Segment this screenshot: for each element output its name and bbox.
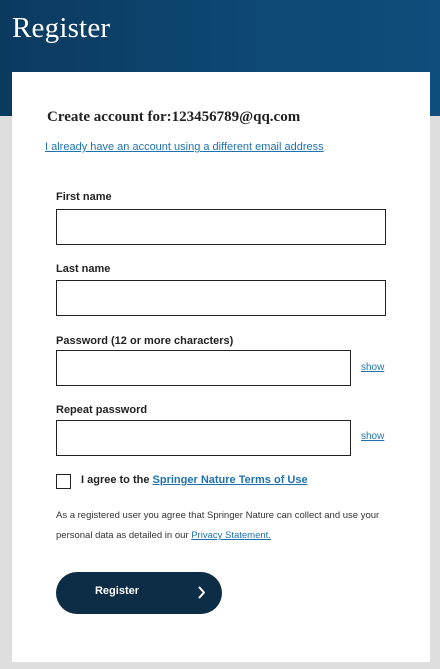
page-title: Register: [12, 12, 111, 44]
first-name-input[interactable]: [56, 209, 386, 245]
terms-agreement: I agree to the Springer Nature Terms of …: [81, 474, 308, 486]
last-name-input[interactable]: [56, 280, 386, 316]
chevron-right-icon: [198, 586, 206, 602]
show-repeat-password-link[interactable]: show: [361, 431, 384, 442]
terms-of-use-link[interactable]: Springer Nature Terms of Use: [153, 474, 308, 486]
registration-card: Create account for:123456789@qq.com I al…: [12, 72, 430, 662]
privacy-statement-link[interactable]: Privacy Statement.: [191, 530, 271, 541]
repeat-password-label: Repeat password: [56, 404, 148, 416]
register-button[interactable]: Register: [56, 572, 222, 614]
register-button-label: Register: [94, 585, 140, 597]
terms-prefix: I agree to the: [81, 474, 153, 486]
create-account-heading: Create account for:123456789@qq.com: [47, 109, 301, 125]
repeat-password-input[interactable]: [56, 420, 351, 456]
password-label: Password (12 or more characters): [56, 335, 234, 347]
privacy-consent-text: As a registered user you agree that Spri…: [56, 506, 396, 546]
first-name-label: First name: [56, 191, 112, 203]
existing-account-link[interactable]: I already have an account using a differ…: [45, 141, 324, 153]
last-name-label: Last name: [56, 263, 111, 275]
terms-checkbox[interactable]: [56, 474, 71, 489]
password-input[interactable]: [56, 350, 351, 386]
show-password-link[interactable]: show: [361, 362, 384, 373]
